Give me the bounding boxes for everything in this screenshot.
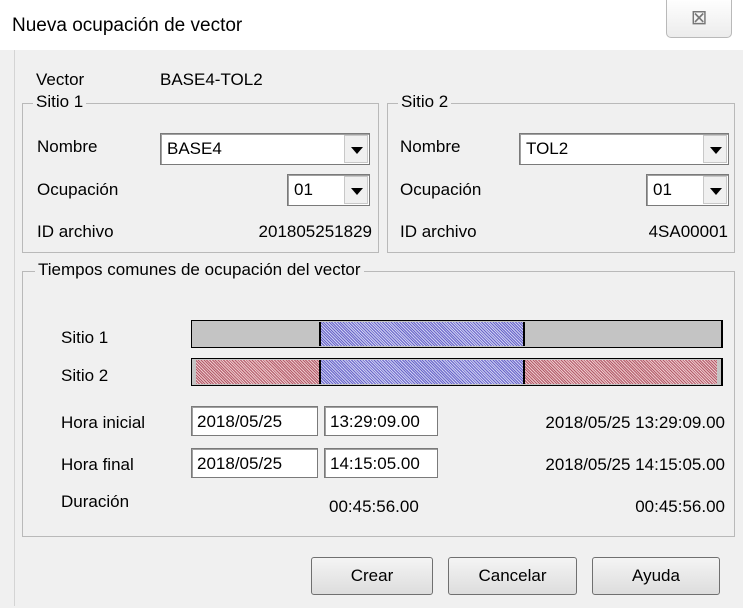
sitio1-nombre-value: BASE4 [167, 139, 222, 158]
hora-inicial-label: Hora inicial [61, 413, 146, 432]
timeline-sitio1-label: Sitio 1 [61, 328, 109, 347]
hora-inicial-full: 2018/05/25 13:29:09.00 [545, 413, 725, 432]
sitio1-ocupacion-value: 01 [294, 180, 313, 199]
sitio1-id-value: 201805251829 [258, 222, 372, 241]
sitio2-ocupacion-label: Ocupación [400, 180, 482, 199]
window-title: Nueva ocupación de vector [12, 15, 243, 36]
ayuda-button[interactable]: Ayuda [592, 557, 720, 595]
sitio1-group-label: Sitio 1 [33, 92, 87, 112]
sitio2-id-value: 4SA00001 [648, 222, 728, 241]
sitio1-nombre-label: Nombre [37, 137, 98, 156]
hora-final-date-value: 2018/05/25 [197, 454, 283, 473]
duracion-value-right: 00:45:56.00 [635, 497, 725, 516]
duracion-label: Duración [61, 492, 130, 511]
chevron-down-icon[interactable] [703, 135, 727, 163]
hora-inicial-time-field[interactable]: 13:29:09.00 [324, 406, 438, 436]
sitio2-ocupacion-value: 01 [653, 180, 672, 199]
vector-label: Vector [36, 70, 85, 89]
close-button[interactable]: ⊠ [666, 0, 732, 38]
hora-final-time-value: 14:15:05.00 [330, 454, 420, 473]
sitio1-id-label: ID archivo [37, 222, 114, 241]
timeline-sitio2-pre-segment [196, 360, 319, 384]
timeline-sitio2-label: Sitio 2 [61, 366, 109, 385]
hora-final-label: Hora final [61, 455, 134, 474]
hora-inicial-date-value: 2018/05/25 [197, 412, 283, 431]
sitio2-group: Sitio 2 Nombre TOL2 Ocupación 01 ID arch… [387, 92, 735, 253]
sitio2-nombre-label: Nombre [400, 137, 461, 156]
timeline-sitio1-bar [191, 320, 723, 348]
timeline-sitio2-post-segment [525, 360, 717, 384]
chevron-down-icon[interactable] [344, 176, 368, 204]
sitio2-ocupacion-select[interactable]: 01 [646, 174, 729, 206]
dialog-body: Vector BASE4-TOL2 Sitio 1 Nombre BASE4 O… [14, 50, 739, 606]
timeline-sitio1-common-segment [319, 322, 525, 346]
sitio2-group-label: Sitio 2 [398, 92, 452, 112]
vector-value: BASE4-TOL2 [160, 70, 263, 89]
sitio2-nombre-select[interactable]: TOL2 [519, 133, 729, 165]
chevron-down-icon[interactable] [703, 176, 727, 204]
cancelar-button[interactable]: Cancelar [448, 557, 577, 595]
sitio1-ocupacion-select[interactable]: 01 [287, 174, 370, 206]
timeline-sitio2-common-segment [319, 360, 525, 384]
duracion-value: 00:45:56.00 [329, 497, 419, 516]
chevron-down-icon[interactable] [344, 135, 368, 163]
sitio1-ocupacion-label: Ocupación [37, 180, 119, 199]
hora-inicial-date-field[interactable]: 2018/05/25 [191, 406, 318, 436]
hora-inicial-time-value: 13:29:09.00 [330, 412, 420, 431]
close-icon: ⊠ [690, 7, 708, 29]
hora-final-date-field[interactable]: 2018/05/25 [191, 448, 318, 478]
common-times-group: Tiempos comunes de ocupación del vector … [22, 260, 735, 537]
sitio2-nombre-value: TOL2 [526, 139, 569, 158]
common-times-group-label: Tiempos comunes de ocupación del vector [35, 260, 364, 280]
crear-button[interactable]: Crear [311, 557, 433, 595]
hora-final-full: 2018/05/25 14:15:05.00 [545, 455, 725, 474]
hora-final-time-field[interactable]: 14:15:05.00 [324, 448, 438, 478]
timeline-sitio2-bar [191, 358, 723, 386]
sitio2-id-label: ID archivo [400, 222, 477, 241]
sitio1-nombre-select[interactable]: BASE4 [160, 133, 370, 165]
sitio1-group: Sitio 1 Nombre BASE4 Ocupación 01 ID arc… [22, 92, 379, 253]
title-bar: Nueva ocupación de vector ⊠ [0, 0, 743, 50]
